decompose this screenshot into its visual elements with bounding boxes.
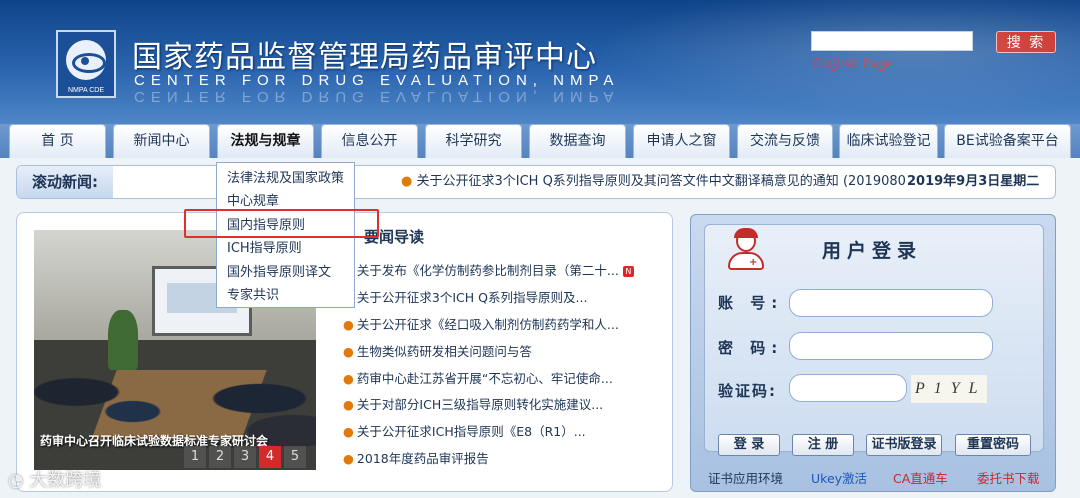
tab-regulations[interactable]: 法规与规章 bbox=[217, 124, 314, 158]
bullet-icon: ● bbox=[343, 451, 354, 467]
new-badge-icon: N bbox=[622, 266, 634, 277]
tab-clinical-trial-registration[interactable]: 临床试验登记 bbox=[839, 124, 938, 158]
scrolling-news-item[interactable]: ● 关于公开征求3个ICH Q系列指导原则及其问答文件中文翻译稿意见的通知 (2… bbox=[401, 166, 906, 198]
tab-feedback[interactable]: 交流与反馈 bbox=[737, 124, 833, 158]
site-title-en-reflection: CENTER FOR DRUG EVALUATION, NMPA bbox=[134, 88, 620, 105]
menu-item-ich-guidelines[interactable]: ICH指导原则 bbox=[217, 237, 354, 260]
bullet-icon: ● bbox=[401, 174, 413, 189]
bullet-icon: ● bbox=[343, 343, 354, 359]
watermark: ◔ 大数跨境 bbox=[8, 470, 102, 491]
menu-item-foreign-guideline-translations[interactable]: 国外指导原则译文 bbox=[217, 261, 354, 284]
news-item[interactable]: ● 2018年度药品审评报告 bbox=[343, 446, 643, 473]
password-label: 密 码: bbox=[718, 339, 784, 357]
register-button[interactable]: 注 册 bbox=[792, 434, 854, 456]
tab-be-trial-platform[interactable]: BE试验备案平台 bbox=[944, 124, 1071, 158]
english-page-link[interactable]: English Page bbox=[813, 56, 892, 73]
site-header: NMPA CDE 国家药品监督管理局药品审评中心 CENTER FOR DRUG… bbox=[0, 0, 1080, 124]
login-title: 用户登录 bbox=[822, 240, 923, 262]
reset-password-button[interactable]: 重置密码 bbox=[955, 434, 1031, 456]
proxy-letter-download-link[interactable]: 委托书下载 bbox=[977, 468, 1040, 487]
account-label: 账 号: bbox=[718, 294, 784, 312]
tab-news-center[interactable]: 新闻中心 bbox=[113, 124, 210, 158]
bullet-icon: ● bbox=[343, 370, 354, 386]
doctor-user-icon: + bbox=[726, 228, 766, 272]
cert-environment-link[interactable]: 证书应用环境 bbox=[708, 468, 783, 487]
search-button[interactable]: 搜 索 bbox=[996, 31, 1056, 53]
logo-text: NMPA CDE bbox=[67, 87, 105, 94]
news-item[interactable]: ● 关于公开征求《经口吸入制剂仿制药药学和人... bbox=[343, 312, 643, 339]
logo-emblem-icon bbox=[66, 40, 106, 80]
medical-cross-icon: + bbox=[749, 257, 758, 268]
current-date: 2019年9月3日星期二 bbox=[907, 174, 1040, 189]
menu-item-expert-consensus[interactable]: 专家共识 bbox=[217, 284, 354, 307]
bullet-icon: ● bbox=[343, 397, 354, 413]
menu-item-laws-policies[interactable]: 法律法规及国家政策 bbox=[217, 167, 354, 190]
watermark-text: 大数跨境 bbox=[29, 470, 102, 491]
captcha-label: 验证码: bbox=[718, 382, 777, 400]
news-item[interactable]: ●关于公开征求3个ICH Q系列指导原则及... bbox=[343, 285, 643, 312]
site-title-en: CENTER FOR DRUG EVALUATION, NMPA bbox=[134, 72, 620, 89]
ca-express-link[interactable]: CA直通车 bbox=[893, 468, 948, 487]
certificate-login-button[interactable]: 证书版登录 bbox=[866, 434, 942, 456]
news-list: ●关于发布《化学仿制药参比制剂目录（第二十...N ●关于公开征求3个ICH Q… bbox=[343, 258, 643, 473]
captcha-input[interactable] bbox=[789, 374, 907, 402]
news-item-title: 关于公开征求《经口吸入制剂仿制药药学和人... bbox=[356, 316, 619, 332]
pager-page-3[interactable]: 3 bbox=[234, 446, 256, 468]
highlight-annotation-box bbox=[184, 209, 379, 238]
ukey-activation-link[interactable]: Ukey激活 bbox=[811, 468, 867, 487]
pager-page-4[interactable]: 4 bbox=[259, 446, 281, 468]
bullet-icon: ● bbox=[343, 424, 354, 440]
search-input[interactable] bbox=[811, 31, 973, 51]
news-item-title: 关于公开征求ICH指导原则《E8（R1）... bbox=[356, 424, 586, 440]
pager-page-1[interactable]: 1 bbox=[184, 446, 206, 468]
doctor-cap bbox=[734, 228, 758, 238]
tab-research[interactable]: 科学研究 bbox=[425, 124, 522, 158]
news-item-title: 关于发布《化学仿制药参比制剂目录（第二十... bbox=[356, 263, 619, 278]
news-item[interactable]: ● 生物类似药研发相关问题问与答 bbox=[343, 339, 643, 366]
password-input[interactable] bbox=[789, 332, 993, 360]
news-item-title: 生物类似药研发相关问题问与答 bbox=[356, 343, 532, 359]
tab-info-disclosure[interactable]: 信息公开 bbox=[321, 124, 418, 158]
slideshow-pager: 12345 bbox=[184, 445, 309, 468]
news-item[interactable]: ● 关于公开征求ICH指导原则《E8（R1）... bbox=[343, 419, 643, 446]
news-item-title: 2018年度药品审评报告 bbox=[356, 451, 489, 467]
tab-applicant-window[interactable]: 申请人之窗 bbox=[633, 124, 730, 158]
scrolling-news-label: 滚动新闻: bbox=[17, 166, 113, 198]
news-item-title: 关于公开征求3个ICH Q系列指导原则及... bbox=[356, 289, 588, 305]
news-item-title: 药审中心赴江苏省开展“不忘初心、牢记使命... bbox=[356, 370, 613, 386]
scrolling-news-bar: 滚动新闻: ● 关于公开征求3个ICH Q系列指导原则及其问答文件中文翻译稿意见… bbox=[16, 165, 1056, 199]
tab-data-query[interactable]: 数据查询 bbox=[529, 124, 626, 158]
account-input[interactable] bbox=[789, 289, 993, 317]
main-nav: 首 页 新闻中心 法规与规章 信息公开 科学研究 数据查询 申请人之窗 交流与反… bbox=[0, 124, 1080, 158]
pager-page-2[interactable]: 2 bbox=[209, 446, 231, 468]
news-item[interactable]: ● 关于对部分ICH三级指导原则转化实施建议... bbox=[343, 392, 643, 419]
captcha-image[interactable]: P1YL bbox=[911, 375, 987, 403]
news-item[interactable]: ●关于发布《化学仿制药参比制剂目录（第二十...N bbox=[343, 258, 643, 285]
news-item[interactable]: ● 药审中心赴江苏省开展“不忘初心、牢记使命... bbox=[343, 366, 643, 393]
doctor-body bbox=[728, 252, 764, 270]
news-item-title: 关于对部分ICH三级指导原则转化实施建议... bbox=[356, 397, 604, 413]
scrolling-news-text: 关于公开征求3个ICH Q系列指导原则及其问答文件中文翻译稿意见的通知 (201… bbox=[416, 174, 906, 189]
tab-home[interactable]: 首 页 bbox=[9, 124, 106, 158]
login-button[interactable]: 登 录 bbox=[718, 434, 780, 456]
pager-page-5[interactable]: 5 bbox=[284, 446, 306, 468]
nmpa-logo[interactable]: NMPA CDE bbox=[56, 30, 116, 98]
bullet-icon: ● bbox=[343, 316, 354, 332]
site-title-cn: 国家药品监督管理局药品审评中心 bbox=[132, 40, 597, 75]
